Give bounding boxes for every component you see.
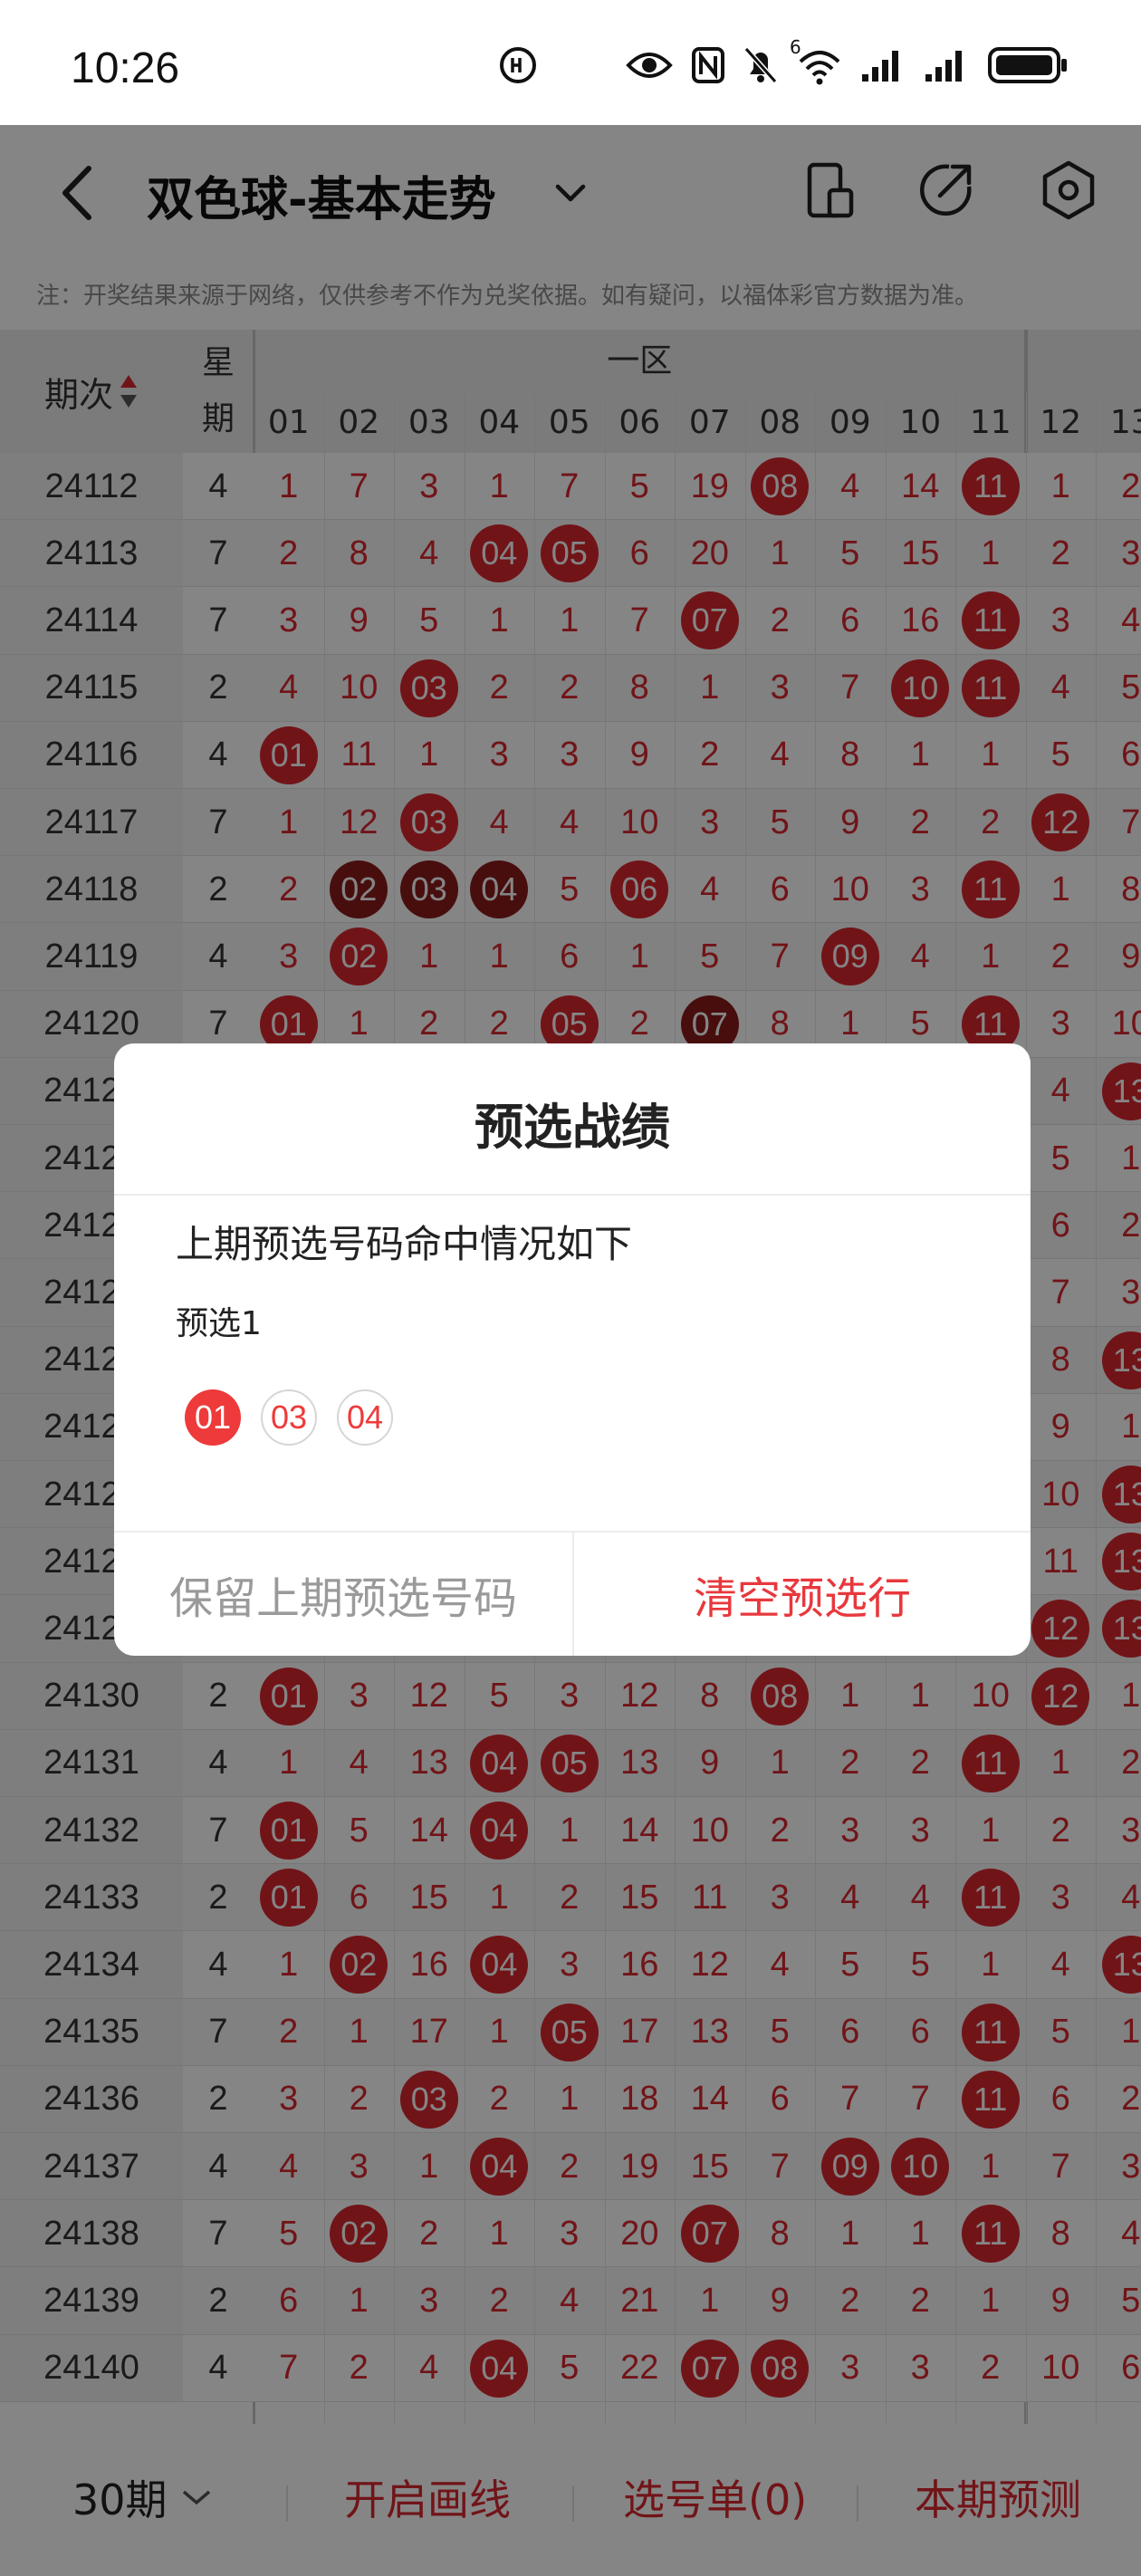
missed-ball: 04 xyxy=(337,1389,393,1446)
wifi-icon: 6 xyxy=(790,36,844,89)
hit-ball: 01 xyxy=(185,1389,241,1446)
preselect-group-label: 预选1 xyxy=(176,1305,262,1342)
status-bar: 10:26 6 xyxy=(0,0,1141,125)
mute-bell-icon xyxy=(743,45,779,89)
clear-preselect-button[interactable]: 清空预选行 xyxy=(574,1533,1031,1656)
keep-preselect-button[interactable]: 保留上期预选号码 xyxy=(114,1533,572,1656)
status-icons: 6 xyxy=(498,36,1069,89)
battery-icon xyxy=(987,45,1069,89)
status-time: 10:26 xyxy=(71,44,180,92)
hd-icon xyxy=(498,45,538,89)
preselect-result-dialog: 预选战绩 上期预选号码命中情况如下 预选1 01 03 04 保留上期预选号码 清空… xyxy=(114,1043,1031,1656)
dialog-description: 上期预选号码命中情况如下 xyxy=(176,1222,633,1266)
nfc-icon xyxy=(690,45,726,89)
eye-icon xyxy=(625,47,674,87)
signal-icon-2 xyxy=(924,47,971,87)
missed-ball: 03 xyxy=(261,1389,317,1446)
signal-icon-1 xyxy=(860,47,907,87)
network-badge: 6 xyxy=(790,36,801,58)
preselect-balls: 01 03 04 xyxy=(185,1389,393,1446)
divider xyxy=(114,1194,1031,1196)
dialog-title: 预选战绩 xyxy=(475,1099,670,1156)
